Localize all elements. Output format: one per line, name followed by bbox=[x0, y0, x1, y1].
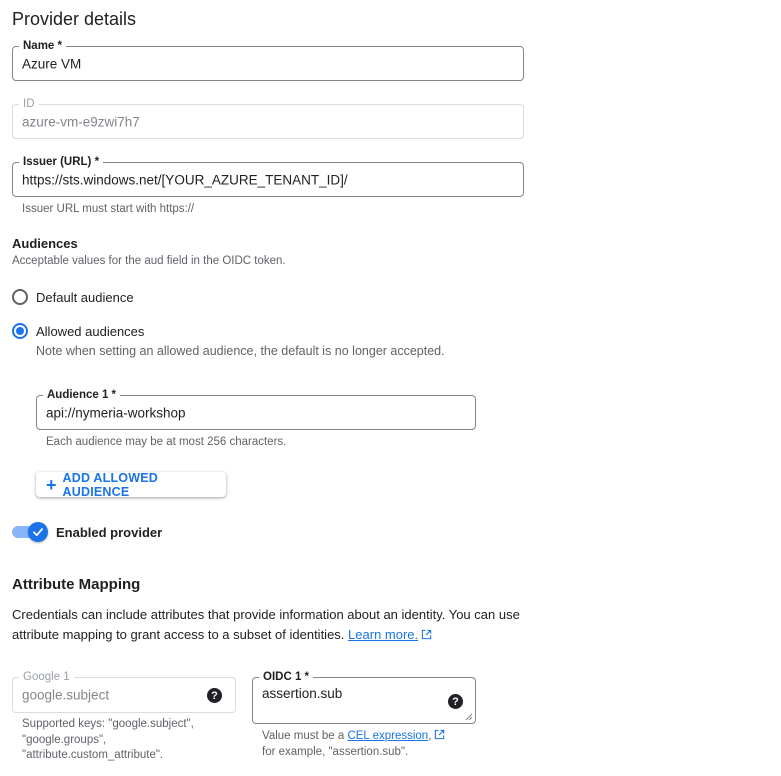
learn-more-link[interactable]: Learn more. bbox=[348, 627, 418, 642]
default-audience-radio[interactable] bbox=[12, 289, 28, 305]
google-1-hint-line1: Supported keys: "google.subject", bbox=[22, 718, 194, 730]
oidc-1-label: OIDC 1 * bbox=[259, 670, 314, 684]
attribute-mapping-description-line2: attribute mapping to grant access to a s… bbox=[12, 625, 532, 645]
external-link-icon[interactable] bbox=[434, 729, 445, 740]
resize-handle-icon[interactable] bbox=[465, 713, 473, 721]
default-audience-label[interactable]: Default audience bbox=[36, 290, 134, 305]
help-icon[interactable]: ? bbox=[448, 694, 463, 709]
google-1-hint-line3: "attribute.custom_attribute". bbox=[22, 749, 164, 761]
audiences-title: Audiences bbox=[12, 236, 78, 251]
issuer-url-label: Issuer (URL) * bbox=[19, 155, 104, 169]
oidc-1-hint: Value must be a CEL expression, for exam… bbox=[262, 729, 445, 760]
oidc-1-hint-line2: for example, "assertion.sub". bbox=[262, 745, 409, 758]
id-field-value: azure-vm-e9zwi7h7 bbox=[22, 114, 140, 129]
enabled-provider-label: Enabled provider bbox=[56, 525, 163, 540]
issuer-url-value: https://sts.windows.net/[YOUR_AZURE_TENA… bbox=[22, 172, 348, 187]
oidc-1-hint-suffix: , bbox=[428, 730, 432, 742]
check-icon bbox=[33, 528, 43, 537]
attribute-mapping-title: Attribute Mapping bbox=[12, 576, 141, 593]
issuer-url-field[interactable]: Issuer (URL) * https://sts.windows.net/[… bbox=[12, 155, 524, 197]
name-field[interactable]: Name * Azure VM bbox=[12, 39, 524, 81]
id-field: ID azure-vm-e9zwi7h7 bbox=[12, 97, 524, 139]
enabled-provider-toggle[interactable] bbox=[28, 522, 48, 542]
add-allowed-audience-button[interactable]: + ADD ALLOWED AUDIENCE bbox=[36, 470, 226, 499]
oidc-1-hint-line1: Value must be a CEL expression, bbox=[262, 729, 445, 745]
google-1-value: google.subject bbox=[22, 687, 110, 703]
cel-expression-link[interactable]: CEL expression bbox=[347, 730, 428, 742]
oidc-1-field[interactable]: OIDC 1 * assertion.sub ? bbox=[252, 670, 476, 724]
google-1-field: Google 1 google.subject ? bbox=[12, 670, 236, 713]
add-allowed-audience-label: ADD ALLOWED AUDIENCE bbox=[62, 470, 158, 499]
audiences-subtitle: Acceptable values for the aud field in t… bbox=[12, 255, 286, 267]
attribute-mapping-description: Credentials can include attributes that … bbox=[12, 605, 532, 645]
name-field-value: Azure VM bbox=[22, 56, 82, 71]
google-1-label: Google 1 bbox=[19, 670, 74, 684]
audience-1-label: Audience 1 * bbox=[43, 388, 121, 402]
id-field-label: ID bbox=[19, 97, 39, 111]
name-field-label: Name * bbox=[19, 39, 66, 53]
audience-1-hint: Each audience may be at most 256 charact… bbox=[46, 436, 287, 448]
allowed-audiences-note: Note when setting an allowed audience, t… bbox=[36, 344, 445, 358]
page-title: Provider details bbox=[12, 9, 137, 29]
issuer-url-hint: Issuer URL must start with https:// bbox=[22, 203, 195, 215]
attribute-mapping-description-line1: Credentials can include attributes that … bbox=[12, 607, 520, 622]
allowed-audiences-radio[interactable] bbox=[12, 323, 28, 339]
attribute-mapping-description-text: attribute mapping to grant access to a s… bbox=[12, 627, 345, 642]
plus-icon: + bbox=[46, 474, 57, 495]
external-link-icon[interactable] bbox=[421, 629, 432, 640]
audience-1-field[interactable]: Audience 1 * api://nymeria-workshop bbox=[36, 388, 476, 430]
google-1-hint-line2: "google.groups", bbox=[22, 733, 107, 746]
help-icon[interactable]: ? bbox=[207, 688, 222, 703]
google-1-hint: Supported keys: "google.subject", "googl… bbox=[22, 717, 194, 764]
allowed-audiences-label[interactable]: Allowed audiences bbox=[36, 324, 144, 339]
audience-1-value: api://nymeria-workshop bbox=[46, 405, 186, 420]
oidc-1-value: assertion.sub bbox=[262, 686, 343, 701]
oidc-1-hint-prefix: Value must be a bbox=[262, 730, 348, 742]
